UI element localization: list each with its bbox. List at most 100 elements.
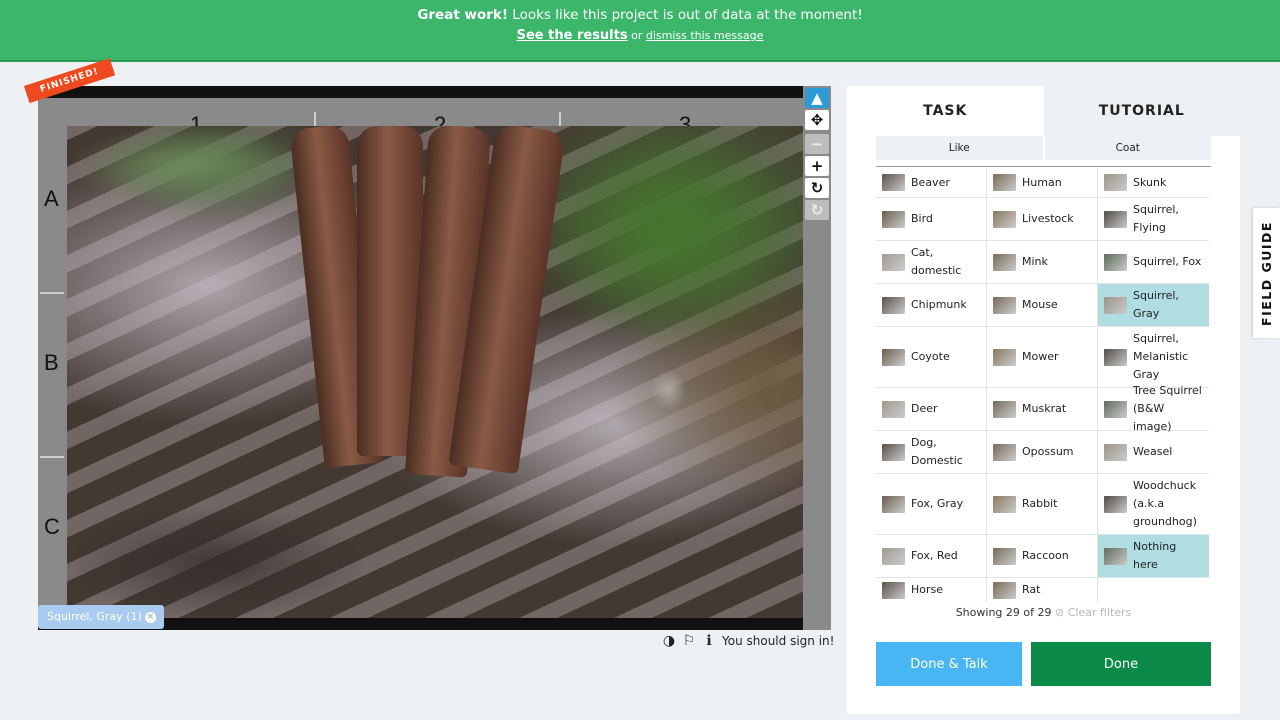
- species-option[interactable]: Nothing here: [1098, 535, 1209, 577]
- species-label: Beaver: [911, 175, 950, 189]
- filter-like[interactable]: Like: [876, 136, 1043, 160]
- species-option[interactable]: Squirrel, Fox: [1098, 241, 1209, 283]
- grid-ruler-top: 1 2 3: [38, 98, 803, 137]
- species-option[interactable]: Rabbit: [987, 474, 1098, 534]
- field-guide-button[interactable]: FIELD GUIDE: [1253, 208, 1280, 338]
- species-option[interactable]: Opossum: [987, 431, 1098, 473]
- species-label: Cat, domestic: [911, 246, 962, 277]
- clear-icon: ⊘: [1054, 606, 1065, 619]
- species-option[interactable]: Skunk: [1098, 168, 1209, 197]
- sign-in-notice: You should sign in!: [722, 634, 835, 648]
- notification-banner: Great work! Looks like this project is o…: [0, 0, 1280, 62]
- species-option[interactable]: Livestock: [987, 198, 1098, 240]
- species-thumbnail: [1104, 296, 1127, 314]
- species-label: Horse: [911, 583, 944, 596]
- species-row: Bird Livestock Squirrel, Flying: [876, 198, 1209, 241]
- species-label: Bird: [911, 212, 933, 225]
- species-thumbnail: [882, 253, 905, 271]
- species-label: Weasel: [1133, 445, 1173, 458]
- species-option[interactable]: Dog, Domestic: [876, 431, 987, 473]
- species-option[interactable]: Fox, Red: [876, 535, 987, 577]
- species-label: Woodchuck (a.k.a groundhog): [1133, 479, 1197, 528]
- zoom-out-icon[interactable]: −: [805, 134, 829, 154]
- species-thumbnail: [1104, 400, 1127, 418]
- dismiss-message-link[interactable]: dismiss this message: [646, 29, 764, 42]
- species-thumbnail: [882, 495, 905, 513]
- species-option[interactable]: Bird: [876, 198, 987, 240]
- move-icon[interactable]: ✥: [805, 110, 829, 130]
- species-label: Rat: [1022, 583, 1041, 596]
- viewer-toolbar: ▲ ✥ − + ↻ ↻: [803, 86, 831, 630]
- camera-trap-image[interactable]: [67, 126, 803, 618]
- filter-coat[interactable]: Coat: [1044, 136, 1211, 160]
- species-row: Chipmunk Mouse Squirrel, Gray: [876, 284, 1209, 327]
- field-guide-label: FIELD GUIDE: [1259, 220, 1274, 326]
- see-results-link[interactable]: See the results: [517, 28, 628, 43]
- species-thumbnail: [993, 253, 1016, 271]
- species-label: Squirrel, Gray: [1133, 289, 1179, 320]
- species-option[interactable]: Cat, domestic: [876, 241, 987, 283]
- species-thumbnail: [1104, 443, 1127, 461]
- close-icon[interactable]: ×: [145, 612, 156, 623]
- clear-filters-button[interactable]: ⊘ Clear filters: [1055, 606, 1131, 619]
- panel-tabs: TASK TUTORIAL: [847, 86, 1240, 136]
- tab-tutorial[interactable]: TUTORIAL: [1043, 86, 1240, 136]
- results-count: Showing 29 of 29 ⊘ Clear filters: [847, 606, 1240, 619]
- subject-viewer[interactable]: 1 2 3 A B C: [38, 86, 803, 630]
- species-label: Dog, Domestic: [911, 436, 963, 467]
- reset-icon[interactable]: ↻: [805, 200, 829, 220]
- info-icon[interactable]: ℹ: [702, 633, 716, 649]
- species-row: Cat, domestic Mink Squirrel, Fox: [876, 241, 1209, 284]
- rotate-icon[interactable]: ↻: [805, 178, 829, 198]
- species-option[interactable]: Muskrat: [987, 388, 1098, 430]
- flag-icon[interactable]: ⚐: [682, 633, 696, 649]
- filter-bar: Like Coat: [876, 136, 1211, 160]
- done-button[interactable]: Done: [1031, 642, 1211, 686]
- species-thumbnail: [882, 581, 905, 599]
- species-option[interactable]: Squirrel, Gray: [1098, 284, 1209, 326]
- species-option[interactable]: Chipmunk: [876, 284, 987, 326]
- species-thumbnail: [1104, 547, 1127, 565]
- species-option[interactable]: Weasel: [1098, 431, 1209, 473]
- species-option[interactable]: Human: [987, 168, 1098, 197]
- species-thumbnail: [882, 210, 905, 228]
- species-option[interactable]: Woodchuck (a.k.a groundhog): [1098, 474, 1209, 534]
- species-option[interactable]: Beaver: [876, 168, 987, 197]
- annotation-tag[interactable]: Squirrel, Gray (1) ×: [38, 605, 164, 629]
- species-thumbnail: [882, 296, 905, 314]
- banner-or-text: or: [627, 29, 646, 42]
- species-option[interactable]: Raccoon: [987, 535, 1098, 577]
- species-option[interactable]: Horse: [876, 578, 987, 602]
- species-thumbnail: [993, 296, 1016, 314]
- pointer-icon[interactable]: ▲: [805, 88, 829, 108]
- species-option[interactable]: Squirrel, Melanistic Gray: [1098, 327, 1209, 387]
- species-label: Muskrat: [1022, 402, 1067, 415]
- grid-divider: [40, 292, 64, 294]
- species-option[interactable]: Mouse: [987, 284, 1098, 326]
- done-and-talk-button[interactable]: Done & Talk: [876, 642, 1022, 686]
- species-label: Chipmunk: [911, 298, 967, 311]
- classifier-panel: TASK TUTORIAL Like Coat Beaver Human Skunk…: [847, 86, 1240, 714]
- grid-ruler-left: A B C: [38, 126, 67, 618]
- species-thumbnail: [993, 443, 1016, 461]
- zoom-in-icon[interactable]: +: [805, 156, 829, 176]
- species-thumbnail: [993, 174, 1016, 191]
- foliage-patch: [67, 126, 307, 206]
- species-option[interactable]: Squirrel, Flying: [1098, 198, 1209, 240]
- divider: [876, 166, 1211, 167]
- species-option[interactable]: Mink: [987, 241, 1098, 283]
- species-option[interactable]: Deer: [876, 388, 987, 430]
- species-label: Mower: [1022, 350, 1059, 363]
- foliage-patch: [537, 126, 803, 346]
- species-label: Livestock: [1022, 212, 1074, 225]
- tab-task[interactable]: TASK: [847, 86, 1044, 136]
- species-option[interactable]: Tree Squirrel (B&W image): [1098, 384, 1209, 433]
- banner-headline-text: Looks like this project is out of data a…: [508, 7, 863, 23]
- species-option[interactable]: Coyote: [876, 327, 987, 387]
- species-option[interactable]: Mower: [987, 327, 1098, 387]
- species-thumbnail: [1104, 495, 1127, 513]
- species-thumbnail: [993, 547, 1016, 565]
- species-option[interactable]: Fox, Gray: [876, 474, 987, 534]
- contrast-icon[interactable]: ◑: [662, 633, 676, 649]
- species-option[interactable]: Rat: [987, 578, 1098, 602]
